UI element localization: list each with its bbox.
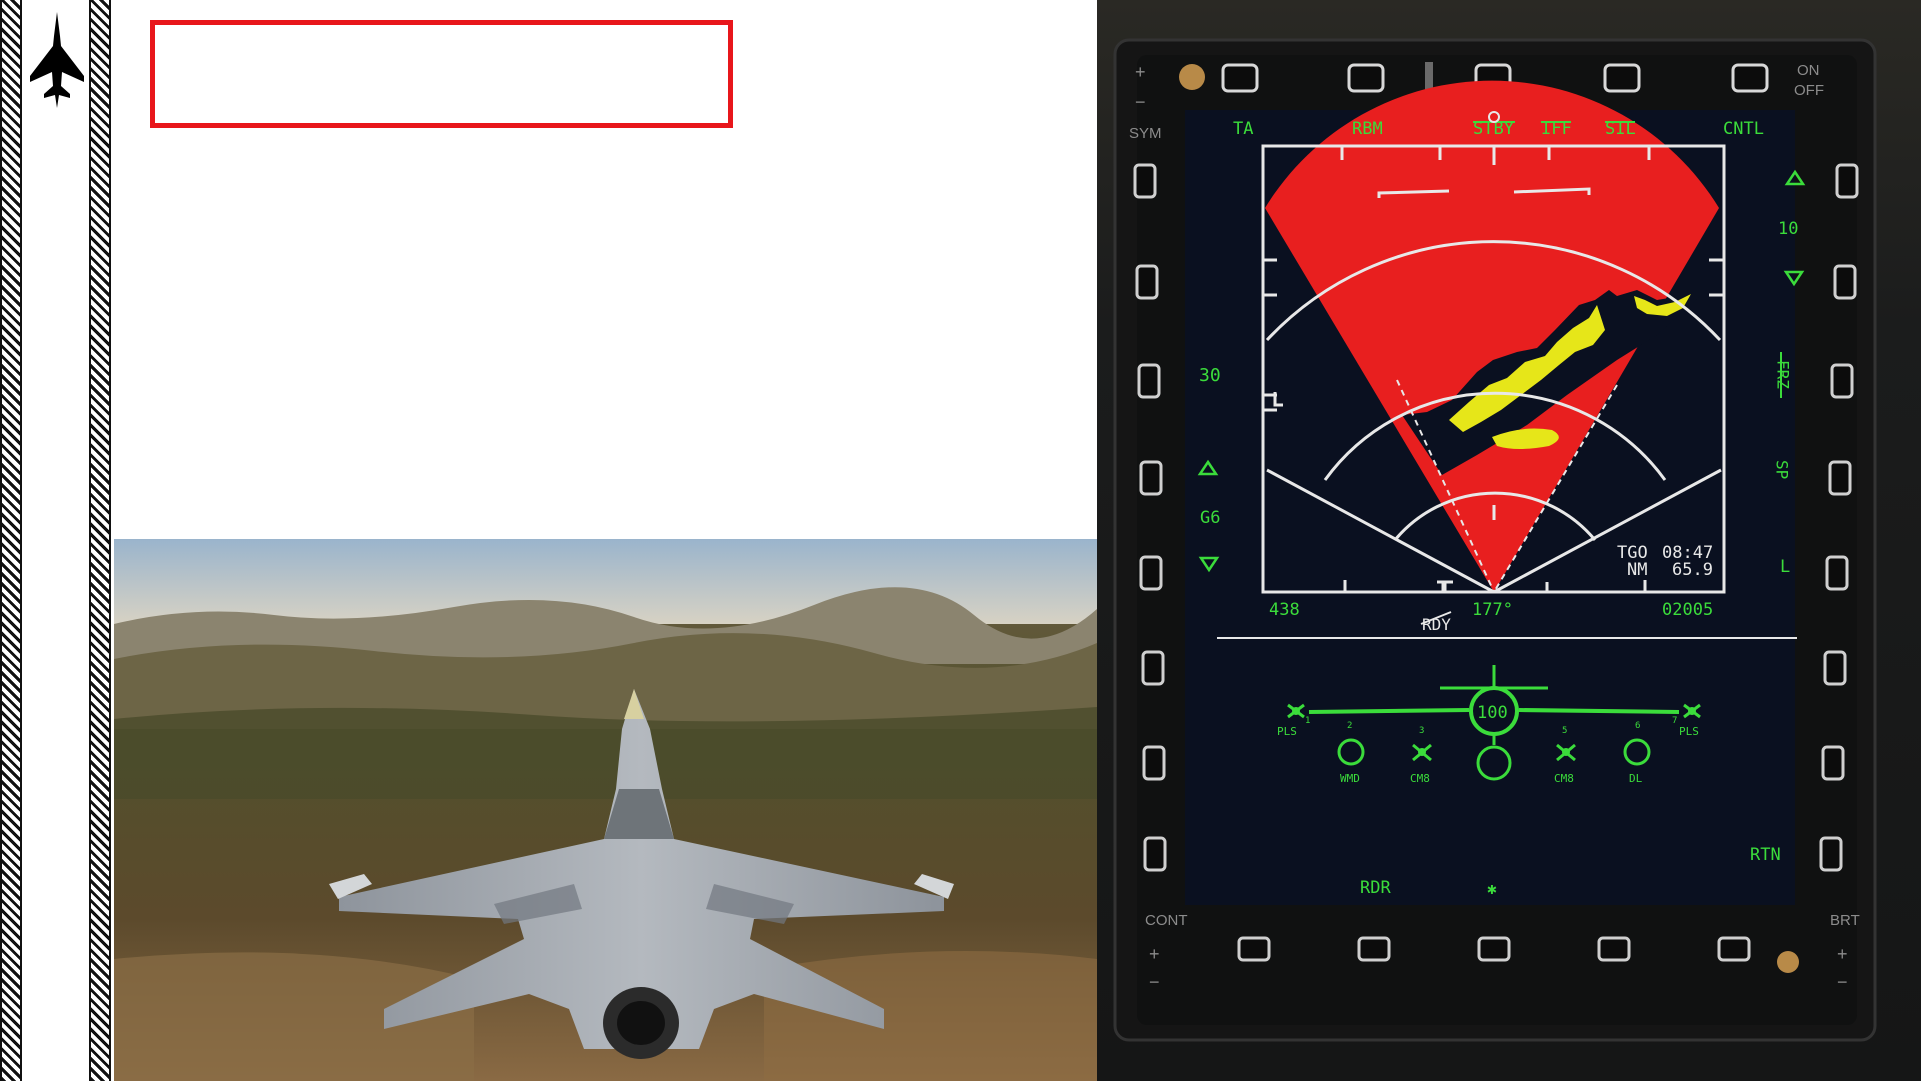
osb-left-2[interactable]	[1135, 264, 1159, 300]
brt-minus-label: −	[1837, 972, 1848, 992]
station-label-cm8-right: CM8	[1554, 772, 1574, 785]
l-label: L	[1780, 557, 1790, 577]
sidebar-hatch-left	[0, 0, 22, 1081]
rtn-label: RTN	[1750, 845, 1781, 865]
sidebar-hatch-right	[89, 0, 111, 1081]
osb-top-2[interactable]	[1347, 63, 1385, 93]
osb-top-1[interactable]	[1221, 63, 1259, 93]
osb-bottom-2[interactable]	[1357, 936, 1391, 962]
osb-left-5[interactable]	[1139, 555, 1163, 591]
osb-label-rbm: RBM	[1352, 119, 1383, 139]
osb-right-1[interactable]	[1835, 163, 1859, 199]
osb-right-7[interactable]	[1821, 745, 1845, 781]
station-number-5: 5	[1562, 726, 1567, 736]
jet-logo-icon	[30, 12, 84, 108]
sym-plus-label: +	[1135, 62, 1146, 82]
osb-label-ta: TA	[1233, 119, 1253, 139]
osb-bottom-3[interactable]	[1477, 936, 1511, 962]
station-label-pls-left: PLS	[1277, 725, 1297, 738]
osb-right-4[interactable]	[1828, 460, 1852, 496]
station-number-7: 7	[1672, 716, 1677, 726]
osb-left-7[interactable]	[1142, 745, 1166, 781]
station-label-wmd: WMD	[1340, 772, 1360, 785]
brt-plus-label: +	[1837, 944, 1848, 964]
brt-knob[interactable]	[1777, 951, 1799, 973]
sp-label: SP	[1773, 460, 1792, 479]
station-label-pls-right: PLS	[1679, 725, 1699, 738]
station-label-dl: DL	[1629, 772, 1643, 785]
nm-label: NM	[1627, 560, 1647, 580]
osb-top-5[interactable]	[1731, 63, 1769, 93]
station-number-1: 1	[1305, 716, 1310, 726]
off-label: OFF	[1794, 82, 1824, 99]
osb-right-8[interactable]	[1819, 836, 1843, 872]
sym-minus-label: −	[1135, 92, 1146, 112]
station-label-cm8-left: CM8	[1410, 772, 1430, 785]
on-label: ON	[1797, 62, 1820, 79]
osb-label-rdr: RDR	[1360, 878, 1391, 898]
osb-left-3[interactable]	[1137, 363, 1161, 399]
osb-right-3[interactable]	[1830, 363, 1854, 399]
cont-plus-label: +	[1149, 944, 1160, 964]
osb-bottom-1[interactable]	[1237, 936, 1271, 962]
sym-label: SYM	[1129, 125, 1162, 142]
title-box	[150, 20, 733, 128]
osb-bottom-4[interactable]	[1597, 936, 1631, 962]
aircraft-photo	[114, 539, 1097, 1081]
star-symbol: ✱	[1487, 879, 1497, 898]
osb-left-8[interactable]	[1143, 836, 1167, 872]
station-number-6: 6	[1635, 721, 1640, 731]
nm-value: 65.9	[1672, 560, 1713, 580]
osb-left-6[interactable]	[1141, 650, 1165, 686]
radar-altitude-readout: 438	[1269, 600, 1300, 620]
osb-right-6[interactable]	[1823, 650, 1847, 686]
sidebar	[0, 0, 114, 1081]
osb-left-4[interactable]	[1139, 460, 1163, 496]
station-number-3: 3	[1419, 726, 1424, 736]
cockpit-mfd-panel: SYM ON OFF CONT BRT + − + − + − TGO 08:4…	[1097, 0, 1921, 1081]
range-label: 30	[1199, 365, 1221, 386]
scale-label: 10	[1778, 219, 1798, 239]
osb-label-cntl: CNTL	[1723, 119, 1764, 139]
cont-minus-label: −	[1149, 972, 1160, 992]
frz-label: FRZ	[1774, 360, 1793, 389]
center-store-value: 100	[1477, 703, 1508, 723]
osb-right-5[interactable]	[1825, 555, 1849, 591]
cont-label: CONT	[1145, 912, 1188, 929]
gain-label: G6	[1200, 508, 1220, 528]
radar-time-readout: 02005	[1662, 600, 1713, 620]
osb-bottom-5[interactable]	[1717, 936, 1751, 962]
brt-label: BRT	[1830, 912, 1860, 929]
station-number-2: 2	[1347, 721, 1352, 731]
radar-heading-readout: 177°	[1472, 600, 1513, 620]
sym-knob[interactable]	[1179, 64, 1205, 90]
osb-right-2[interactable]	[1833, 264, 1857, 300]
osb-left-1[interactable]	[1133, 163, 1157, 199]
osb-top-4[interactable]	[1603, 63, 1641, 93]
